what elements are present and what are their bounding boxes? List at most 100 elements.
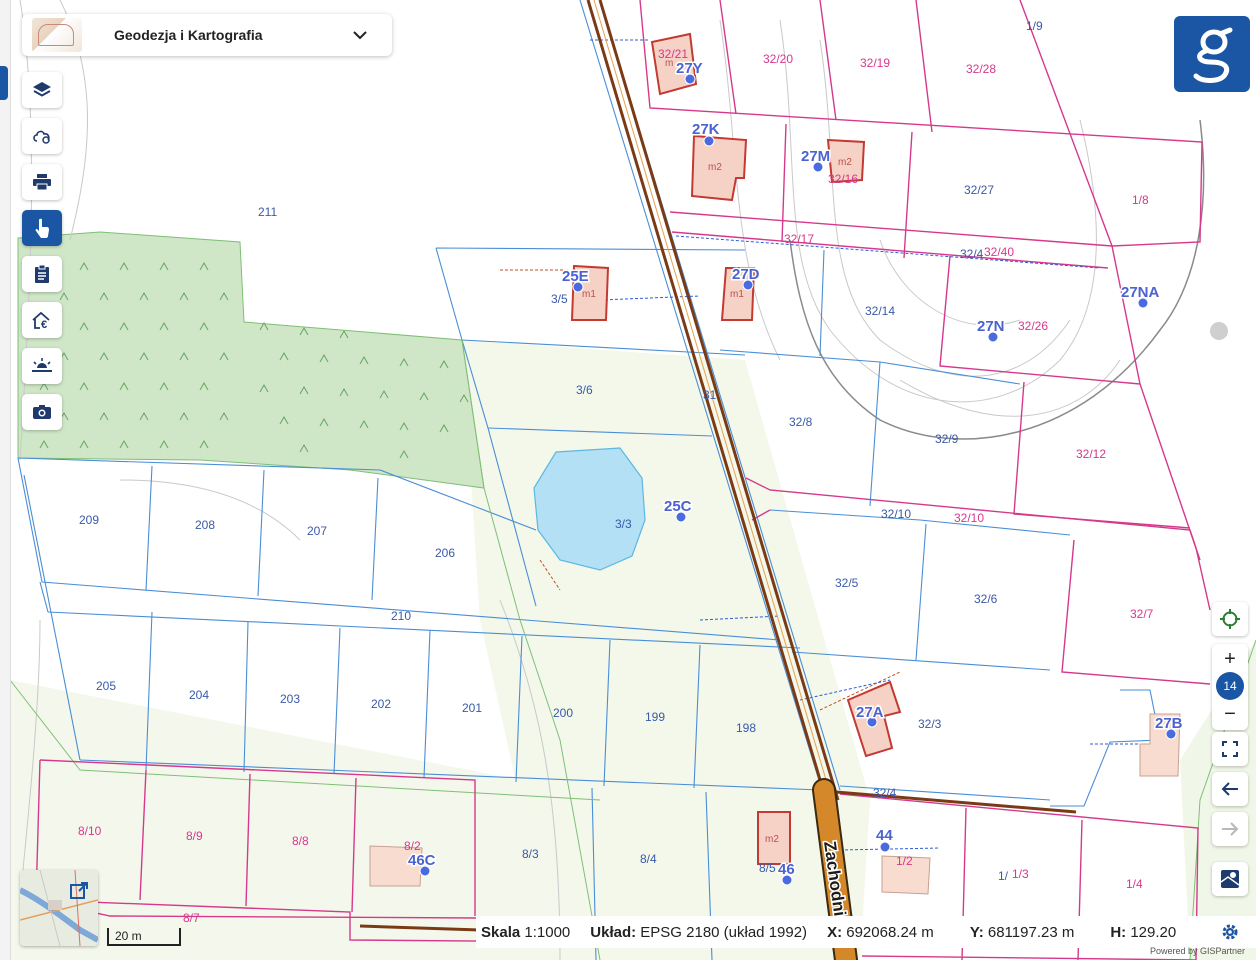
svg-text:25E: 25E [562, 268, 589, 285]
print-button[interactable] [22, 164, 62, 200]
svg-text:32/16: 32/16 [828, 172, 858, 186]
clipboard-icon [35, 264, 49, 283]
svg-text:8/3: 8/3 [522, 847, 539, 861]
svg-text:32/4: 32/4 [873, 786, 897, 800]
svg-text:8/4: 8/4 [640, 852, 657, 866]
svg-text:32/26: 32/26 [1018, 319, 1048, 333]
x-value: 692068.24 m [846, 923, 934, 941]
powered-by-label: Powered by GISPartner [1150, 946, 1246, 956]
scale-readout[interactable]: Skala 1:1000 [481, 924, 570, 941]
x-coordinate: X: 692068.24 m [827, 924, 934, 941]
svg-text:32/7: 32/7 [1130, 607, 1154, 621]
expand-icon[interactable] [70, 882, 88, 900]
svg-text:27B: 27B [1155, 715, 1183, 732]
x-key: X: [827, 923, 843, 941]
svg-text:27K: 27K [692, 121, 720, 138]
locate-button[interactable] [1212, 602, 1248, 636]
drag-handle[interactable] [1210, 322, 1228, 340]
svg-text:32/5: 32/5 [835, 576, 859, 590]
arrow-right-icon [1222, 822, 1239, 836]
sun-position-button[interactable] [22, 348, 62, 384]
forward-button[interactable] [1212, 812, 1248, 846]
svg-text:46: 46 [778, 861, 795, 878]
svg-text:210: 210 [391, 609, 411, 623]
fullscreen-icon [1222, 741, 1238, 757]
svg-text:32/28: 32/28 [966, 62, 996, 76]
svg-text:32/27: 32/27 [964, 183, 994, 197]
crs-value: EPSG 2180 (układ 1992) [640, 923, 808, 941]
screenshot-button[interactable] [22, 394, 62, 430]
svg-text:207: 207 [307, 524, 327, 538]
svg-text:3/6: 3/6 [576, 383, 593, 397]
layer-selector[interactable]: Geodezja i Kartografia [22, 14, 392, 56]
building-label: m2 [708, 162, 722, 173]
svg-text:8/7: 8/7 [183, 911, 200, 925]
back-button[interactable] [1212, 772, 1248, 806]
svg-text:31: 31 [703, 388, 717, 402]
crs-readout[interactable]: Układ: EPSG 2180 (układ 1992) [590, 924, 807, 941]
svg-text:32/20: 32/20 [763, 52, 793, 66]
svg-text:199: 199 [645, 710, 665, 724]
svg-text:1/8: 1/8 [1132, 193, 1149, 207]
zoom-in-button[interactable]: + [1212, 646, 1248, 672]
printer-icon [33, 174, 51, 191]
svg-text:32/6: 32/6 [974, 592, 998, 606]
report-button[interactable] [22, 256, 62, 292]
basemap-button[interactable] [1212, 862, 1248, 896]
layers-icon [33, 82, 51, 97]
gispartner-logo[interactable] [1174, 16, 1250, 92]
svg-text:3/5: 3/5 [551, 292, 568, 306]
crs-key: Układ: [590, 923, 637, 941]
building-label: m1 [582, 289, 596, 300]
map-pin-layers-icon [1220, 870, 1240, 888]
y-value: 681197.23 m [987, 923, 1075, 941]
y-key: Y: [969, 923, 984, 941]
scale-bar: 20 m [107, 928, 181, 946]
h-value: 129.20 [1130, 923, 1177, 941]
brown-line [835, 790, 1077, 814]
sunset-icon [32, 358, 52, 372]
svg-text:27Y: 27Y [676, 60, 703, 77]
forest-area [17, 231, 485, 489]
svg-text:8/10: 8/10 [78, 824, 102, 838]
side-panel-toggle[interactable] [0, 66, 8, 100]
svg-text:44: 44 [876, 827, 893, 844]
svg-text:8/5: 8/5 [759, 861, 776, 875]
layers-button[interactable] [22, 72, 62, 108]
svg-text:198: 198 [736, 721, 756, 735]
svg-text:8/9: 8/9 [186, 829, 203, 843]
svg-text:204: 204 [189, 688, 209, 702]
svg-text:32/17: 32/17 [784, 232, 814, 246]
camera-icon [33, 405, 51, 419]
svg-text:27A: 27A [856, 704, 884, 721]
zoom-out-button[interactable]: − [1212, 700, 1248, 728]
house-euro-icon: € [32, 311, 50, 330]
svg-text:1/: 1/ [998, 869, 1009, 883]
crosshair-icon [1220, 609, 1240, 629]
building-label: m2 [838, 157, 852, 168]
fullscreen-button[interactable] [1212, 732, 1248, 766]
svg-text:211: 211 [258, 205, 277, 219]
identify-button[interactable] [22, 210, 62, 246]
side-panel-edge[interactable] [0, 0, 11, 960]
gear-icon[interactable] [1220, 922, 1240, 942]
svg-text:1/3: 1/3 [1012, 867, 1029, 881]
svg-text:32/10: 32/10 [881, 507, 911, 521]
height-readout: H: 129.20 [1110, 924, 1176, 941]
svg-text:208: 208 [195, 518, 215, 532]
overview-minimap[interactable] [20, 870, 98, 946]
svg-text:32/10: 32/10 [954, 511, 984, 525]
h-key: H: [1110, 923, 1127, 941]
property-price-button[interactable]: € [22, 302, 62, 338]
layer-title: Geodezja i Kartografia [114, 27, 263, 43]
svg-text:25C: 25C [664, 498, 692, 515]
svg-text:200: 200 [553, 706, 573, 720]
svg-text:32/9: 32/9 [935, 432, 959, 446]
svg-text:32/3: 32/3 [918, 717, 942, 731]
svg-text:32/40: 32/40 [984, 245, 1014, 259]
cloud-button[interactable] [22, 118, 62, 154]
chevron-down-icon[interactable] [350, 25, 370, 45]
map-canvas[interactable]: Zachodnia m m2 m2 m1 m1 m2 211 3/5 3/6 3… [0, 0, 1256, 960]
svg-text:27N: 27N [977, 318, 1005, 335]
svg-text:27M: 27M [801, 148, 830, 165]
